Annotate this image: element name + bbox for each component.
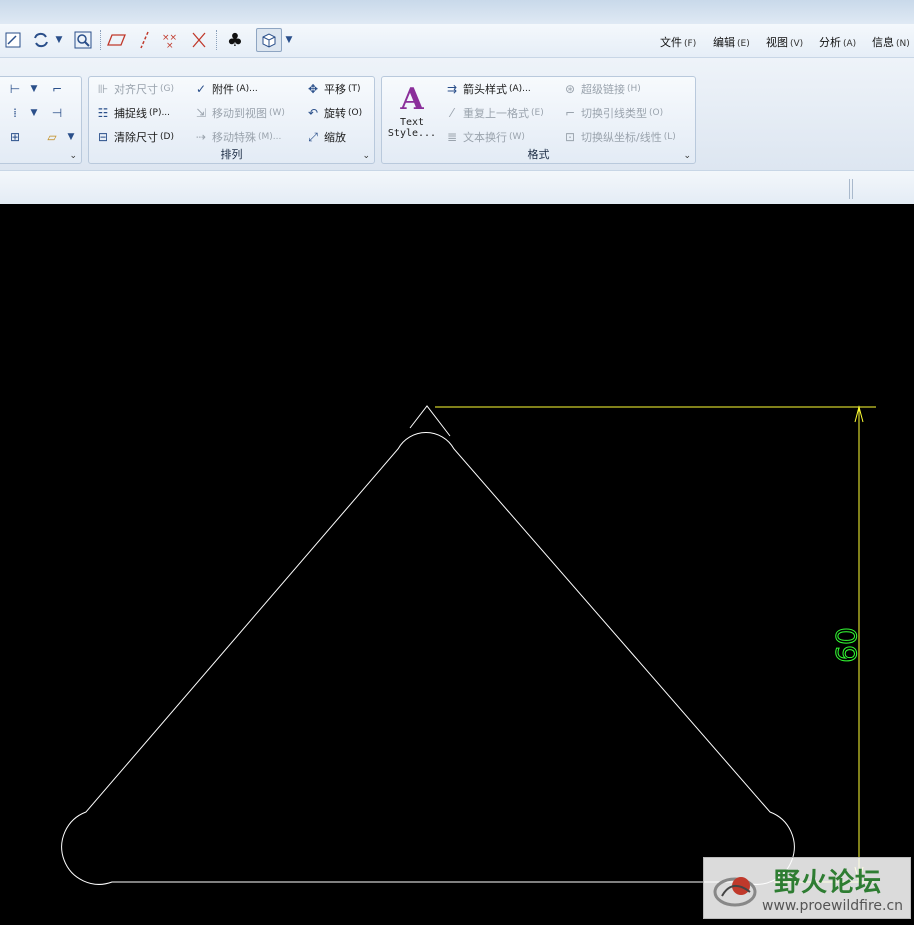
arrow-style-button[interactable]: ⇉ 箭头样式 (A)... xyxy=(444,79,531,99)
attach-button[interactable]: ✓ 附件 (A)... xyxy=(193,79,258,99)
move-special-button[interactable]: ⇢ 移动特殊 (M)... xyxy=(193,127,281,147)
datum-axis-icon[interactable] xyxy=(134,29,156,51)
watermark-title: 野火论坛 xyxy=(774,868,883,898)
forum-logo-icon xyxy=(713,877,757,907)
move-to-view-button[interactable]: ⇲ 移动到视图 (W) xyxy=(193,103,285,123)
text-style-icon: A xyxy=(400,82,424,117)
ribbon: ⊢ ▼ ⌐ ⁞ ▼ ⊣ ⊞ ▱ ▼ ⌄ ⊪ 对齐尺寸 (G) ✓ 附件 (A)... ✥ 平移 (T) … xyxy=(0,58,914,170)
align-dimension-button[interactable]: ⊪ 对齐尺寸 (G) xyxy=(95,79,174,99)
toolbar-separator xyxy=(100,30,101,50)
ribbon-group-format: A Text Style... ⇉ 箭头样式 (A)... ⊛ 超级链接 (H) ⁄ 重复… xyxy=(381,76,696,164)
triangle-outline xyxy=(61,432,795,885)
menu-edit[interactable]: 编辑 (E) xyxy=(713,34,750,50)
datum-plane-icon[interactable] xyxy=(106,29,128,51)
club-icon[interactable]: ♣ xyxy=(224,29,246,51)
menu-file[interactable]: 文件 (F) xyxy=(660,34,696,50)
sketch-icon[interactable] xyxy=(2,29,24,51)
ordinate-tool-button[interactable]: ⁞ ▼ ⊣ xyxy=(7,103,68,123)
display-style-icon[interactable] xyxy=(256,28,282,52)
apex-construction-lines xyxy=(409,405,451,437)
text-wrap-button[interactable]: ≣ 文本换行 (W) xyxy=(444,127,525,147)
dimension-value[interactable]: 60 xyxy=(830,627,864,664)
table-tool-button[interactable]: ⊞ ▱ ▼ xyxy=(7,127,82,147)
quick-toolbar: ▼ ×× × ♣ ▼ 文件 (F) 编辑 (E) 视图 (V) 分析 (A) 信息 (N) xyxy=(0,24,914,58)
group-label-arrange: 排列 xyxy=(220,148,243,161)
status-strip xyxy=(0,170,914,204)
watermark-url: www.proewildfire.cn xyxy=(762,898,904,914)
menu-view[interactable]: 视图 (V) xyxy=(766,34,803,50)
drawing-svg: 60 xyxy=(61,405,876,885)
snap-line-button[interactable]: ☷ 捕捉线 (P)... xyxy=(95,103,170,123)
toggle-leader-type-button[interactable]: ⌐ 切换引线类型 (O) xyxy=(562,103,663,123)
group-launcher-icon[interactable]: ⌄ xyxy=(362,151,370,161)
text-style-button[interactable]: A Text Style... xyxy=(386,79,438,149)
dimension-tool-button[interactable]: ⊢ ▼ ⌐ xyxy=(7,79,68,99)
strip-grip[interactable] xyxy=(849,179,853,199)
zoom-icon[interactable] xyxy=(72,29,94,51)
group-launcher-icon[interactable]: ⌄ xyxy=(683,151,691,161)
rotate-button[interactable]: ↶ 旋转 (O) xyxy=(305,103,362,123)
menu-analysis[interactable]: 分析 (A) xyxy=(819,34,856,50)
datum-point-icon[interactable]: ×× × xyxy=(160,29,182,51)
clean-dimension-button[interactable]: ⊟ 清除尺寸 (D) xyxy=(95,127,174,147)
scale-button[interactable]: ⤢ 缩放 xyxy=(305,127,346,147)
ribbon-group-partial: ⊢ ▼ ⌐ ⁞ ▼ ⊣ ⊞ ▱ ▼ ⌄ xyxy=(0,76,82,164)
window-title-strip xyxy=(0,0,914,24)
ribbon-group-arrange: ⊪ 对齐尺寸 (G) ✓ 附件 (A)... ✥ 平移 (T) ☷ 捕捉线 (P)... ⇲ 移动… xyxy=(88,76,375,164)
drawing-canvas[interactable]: 60 xyxy=(0,204,914,925)
menu-info[interactable]: 信息 (N) xyxy=(872,34,910,50)
translate-button[interactable]: ✥ 平移 (T) xyxy=(305,79,361,99)
svg-text:×: × xyxy=(166,41,174,49)
forum-watermark: 野火论坛 www.proewildfire.cn xyxy=(703,857,911,919)
group-launcher-icon[interactable]: ⌄ xyxy=(69,151,77,161)
repeat-last-format-button[interactable]: ⁄ 重复上一格式 (E) xyxy=(444,103,544,123)
datum-csys-icon[interactable] xyxy=(188,29,210,51)
hyperlink-button[interactable]: ⊛ 超级链接 (H) xyxy=(562,79,641,99)
group-label-format: 格式 xyxy=(527,148,550,161)
toggle-ordinate-linear-button[interactable]: ⊡ 切换纵坐标/线性 (L) xyxy=(562,127,676,147)
dropdown-arrow-icon[interactable]: ▼ xyxy=(52,29,66,51)
regenerate-icon[interactable] xyxy=(30,29,52,51)
dropdown-arrow-icon[interactable]: ▼ xyxy=(283,29,295,51)
toolbar-separator xyxy=(216,30,217,50)
